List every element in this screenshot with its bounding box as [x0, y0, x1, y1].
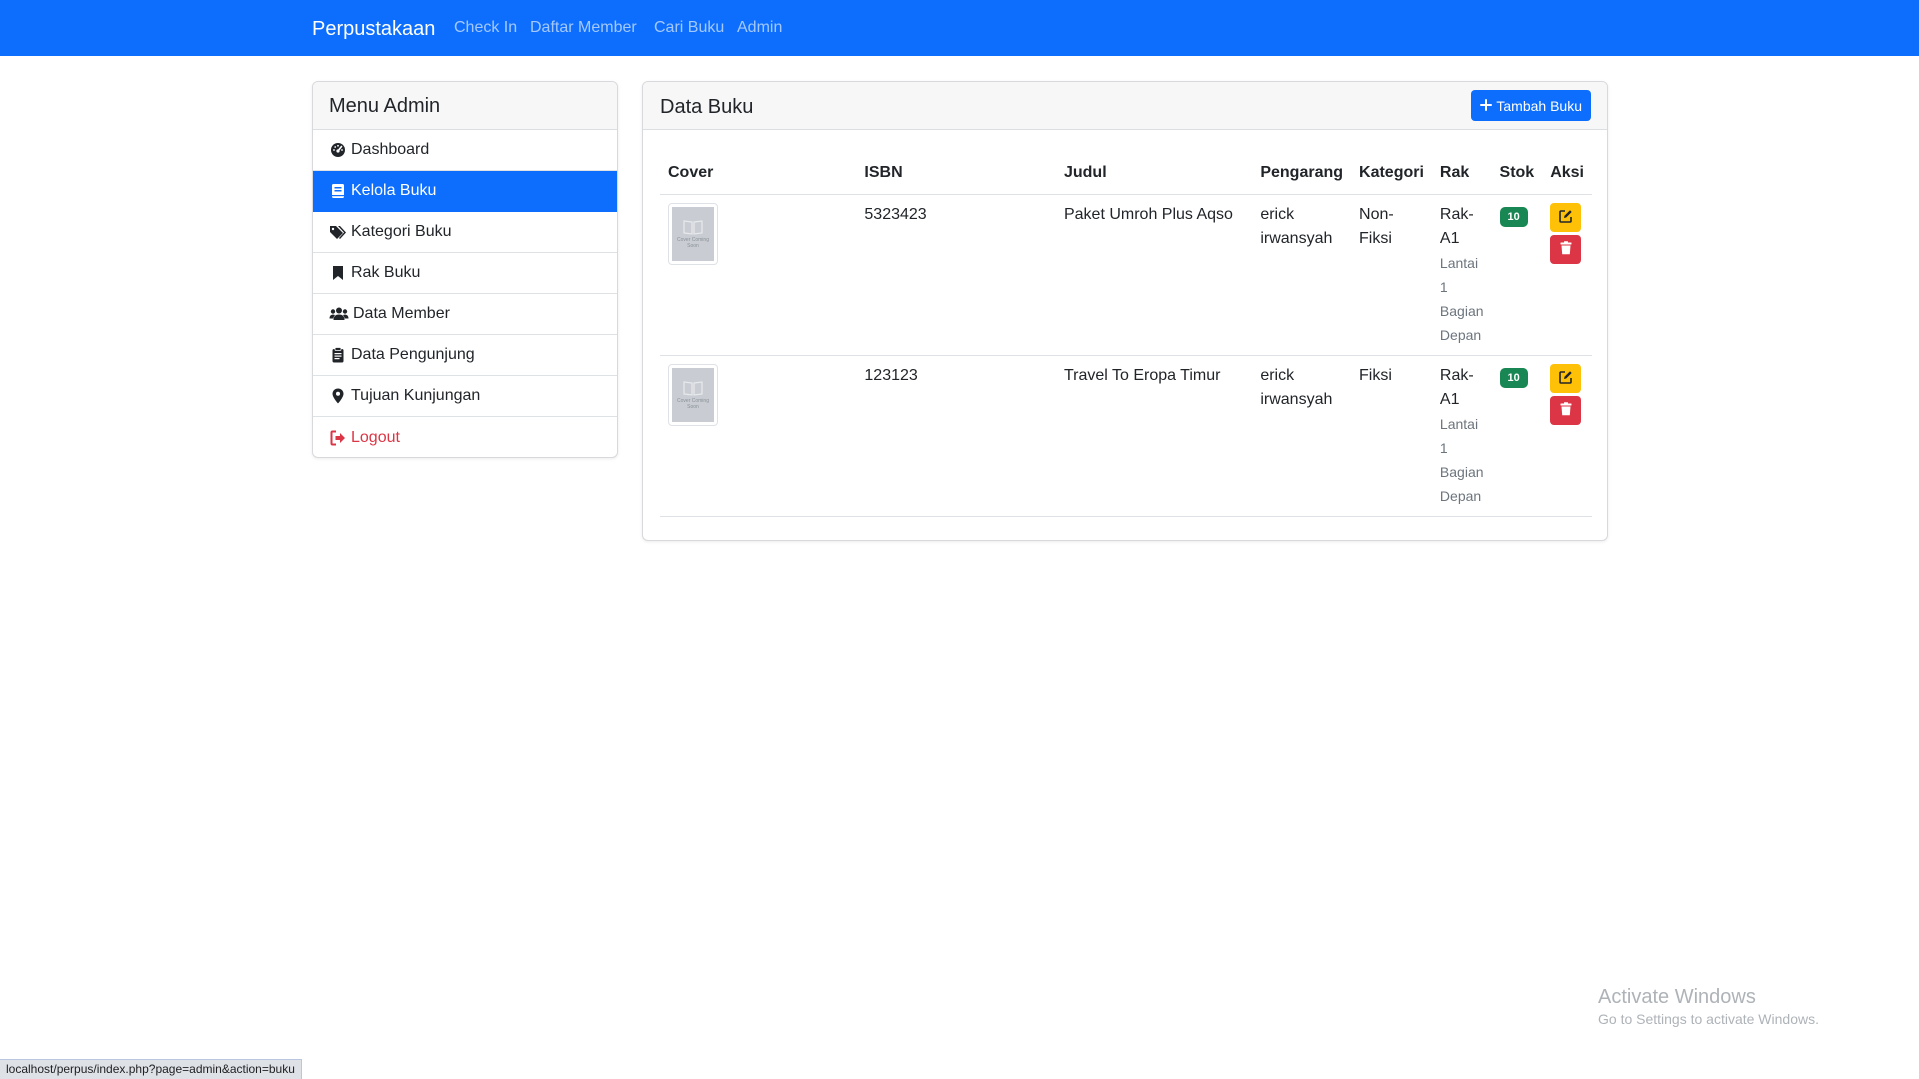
edit-icon [1558, 209, 1573, 226]
activate-windows-title: Activate Windows [1598, 986, 1756, 1008]
navbar: Perpustakaan Check In Daftar Member Cari… [0, 0, 1919, 56]
sidebar-item-kelola-buku[interactable]: Kelola Buku [313, 171, 617, 212]
sidebar-item-label: Logout [351, 428, 400, 446]
column-header-isbn: ISBN [856, 152, 1056, 195]
stok-cell: 10 [1491, 194, 1543, 356]
rak-location: Lantai 1 Bagian Depan [1439, 415, 1484, 504]
dashboard-icon [329, 141, 347, 159]
sidebar-item-dashboard[interactable]: Dashboard [313, 130, 617, 171]
stok-badge: 10 [1499, 206, 1528, 227]
sidebar-item-data-pengunjung[interactable]: Data Pengunjung [313, 335, 617, 376]
cover-cell: Cover Coming Soon [660, 355, 857, 517]
sidebar-item-rak-buku[interactable]: Rak Buku [313, 253, 617, 294]
tambah-buku-label: Tambah Buku [1496, 97, 1582, 114]
table-row: Cover Coming Soon 123123 Travel To Eropa… [660, 355, 1592, 517]
page-title: Data Buku [660, 96, 754, 118]
plus-icon [1480, 98, 1493, 114]
sidebar-item-label: Rak Buku [351, 264, 421, 281]
cover-cell: Cover Coming Soon [660, 194, 857, 356]
book-cover-placeholder-icon [683, 380, 703, 398]
sidebar-item-label: Kategori Buku [351, 223, 452, 240]
nav-link-cari-buku[interactable]: Cari Buku [654, 18, 724, 38]
kategori-cell: Non-Fiksi [1351, 194, 1432, 356]
navbar-brand[interactable]: Perpustakaan [312, 17, 435, 41]
cover-placeholder-text: Cover Coming Soon [677, 397, 709, 410]
status-bar-url: localhost/perpus/index.php?page=admin&ac… [0, 1059, 302, 1079]
stok-cell: 10 [1491, 355, 1543, 517]
table-row: Cover Coming Soon 5323423 Paket Umroh Pl… [660, 194, 1592, 356]
activate-windows-subtitle: Go to Settings to activate Windows. [1598, 1011, 1819, 1027]
column-header-cover: Cover [660, 152, 857, 195]
pengarang-cell: erick irwansyah [1252, 194, 1352, 356]
judul-cell: Paket Umroh Plus Aqso [1055, 194, 1253, 356]
column-header-aksi: Aksi [1542, 152, 1592, 195]
admin-menu-title: Menu Admin [313, 82, 617, 130]
rak-code: Rak-A1 [1439, 366, 1474, 408]
rak-cell: Rak-A1 Lantai 1 Bagian Depan [1431, 194, 1492, 356]
judul-cell: Travel To Eropa Timur [1055, 355, 1253, 517]
pengarang-cell: erick irwansyah [1252, 355, 1352, 517]
nav-link-daftar-member[interactable]: Daftar Member [530, 18, 637, 38]
admin-menu-card: Menu Admin Dashboard Kelola Buku Kategor… [312, 81, 618, 458]
aksi-cell [1542, 355, 1592, 517]
sidebar-item-label: Data Pengunjung [351, 346, 475, 363]
tambah-buku-button[interactable]: Tambah Buku [1471, 90, 1591, 121]
column-header-judul: Judul [1055, 152, 1253, 195]
edit-button[interactable] [1550, 363, 1582, 393]
sidebar-item-label: Data Member [353, 305, 450, 322]
sidebar-item-data-member[interactable]: Data Member [313, 294, 617, 335]
data-buku-card: Data Buku Tambah Buku Cover ISBN Judul P… [642, 81, 1608, 541]
delete-button[interactable] [1550, 234, 1582, 264]
map-marker-icon [329, 387, 347, 405]
edit-button[interactable] [1550, 202, 1582, 232]
sidebar-item-logout[interactable]: Logout [313, 417, 617, 457]
sidebar-item-tujuan-kunjungan[interactable]: Tujuan Kunjungan [313, 376, 617, 417]
trash-icon [1560, 240, 1572, 258]
sidebar-item-label: Kelola Buku [351, 182, 437, 199]
sidebar-item-label: Dashboard [351, 141, 430, 158]
book-cover-placeholder-icon [683, 219, 703, 237]
sidebar-item-kategori-buku[interactable]: Kategori Buku [313, 212, 617, 253]
nav-link-admin[interactable]: Admin [737, 18, 782, 38]
isbn-cell: 123123 [856, 355, 1056, 517]
column-header-rak: Rak [1431, 152, 1492, 195]
rak-cell: Rak-A1 Lantai 1 Bagian Depan [1431, 355, 1492, 517]
column-header-kategori: Kategori [1351, 152, 1432, 195]
column-header-pengarang: Pengarang [1252, 152, 1352, 195]
stok-badge: 10 [1499, 367, 1528, 388]
column-header-stok: Stok [1491, 152, 1543, 195]
edit-icon [1558, 370, 1573, 387]
cover-placeholder-text: Cover Coming Soon [677, 236, 709, 249]
sidebar-item-label: Tujuan Kunjungan [351, 387, 481, 404]
nav-link-check-in[interactable]: Check In [454, 18, 517, 38]
tags-icon [329, 223, 347, 241]
isbn-cell: 5323423 [856, 194, 1056, 356]
book-icon [329, 182, 347, 200]
rak-location: Lantai 1 Bagian Depan [1439, 254, 1484, 343]
data-buku-header: Data Buku Tambah Buku [643, 82, 1607, 130]
book-cover-image: Cover Coming Soon [668, 202, 718, 265]
sign-out-icon [329, 429, 347, 447]
users-icon [329, 305, 349, 323]
trash-icon [1560, 401, 1572, 419]
delete-button[interactable] [1550, 395, 1582, 425]
aksi-cell [1542, 194, 1592, 356]
table-header-row: Cover ISBN Judul Pengarang Kategori Rak … [660, 152, 1592, 195]
rak-code: Rak-A1 [1439, 205, 1474, 247]
bookmark-icon [329, 264, 347, 282]
clipboard-icon [329, 346, 347, 364]
kategori-cell: Fiksi [1351, 355, 1432, 517]
book-cover-image: Cover Coming Soon [668, 363, 718, 426]
books-table: Cover ISBN Judul Pengarang Kategori Rak … [660, 152, 1592, 517]
